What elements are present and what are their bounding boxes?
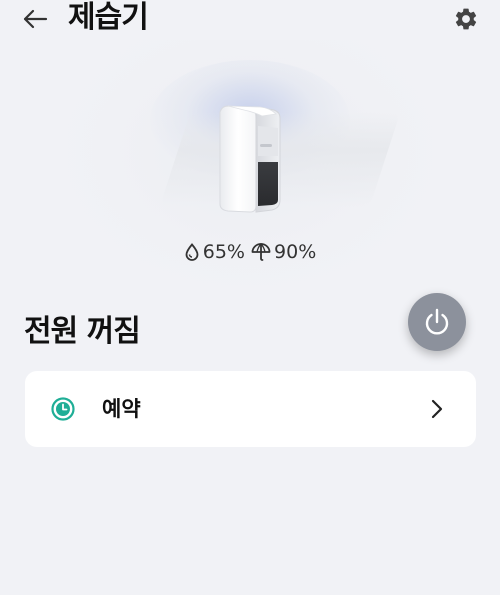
page-title: 제습기 <box>68 0 149 35</box>
clock-icon <box>51 397 75 421</box>
schedule-label: 예약 <box>102 397 141 421</box>
water-drop-icon <box>185 243 199 261</box>
gear-icon <box>455 8 477 30</box>
power-status-label: 전원 꺼짐 <box>24 314 141 349</box>
current-humidity-value: 65% <box>202 241 245 263</box>
arrow-left-icon <box>23 9 48 29</box>
current-humidity: 65% <box>184 240 245 264</box>
target-humidity-value: 90% <box>274 241 317 263</box>
target-humidity: 90% <box>251 240 316 264</box>
humidity-stats: 65% 90% <box>0 240 500 267</box>
power-button[interactable] <box>408 293 466 351</box>
header: 제습기 <box>0 0 500 40</box>
dehumidifier-illustration <box>219 105 281 213</box>
back-button[interactable] <box>18 2 52 36</box>
power-icon <box>425 308 449 335</box>
chevron-right-icon <box>431 399 443 419</box>
schedule-row[interactable]: 예약 <box>25 371 476 447</box>
umbrella-icon <box>251 243 271 261</box>
settings-button[interactable] <box>449 2 483 36</box>
